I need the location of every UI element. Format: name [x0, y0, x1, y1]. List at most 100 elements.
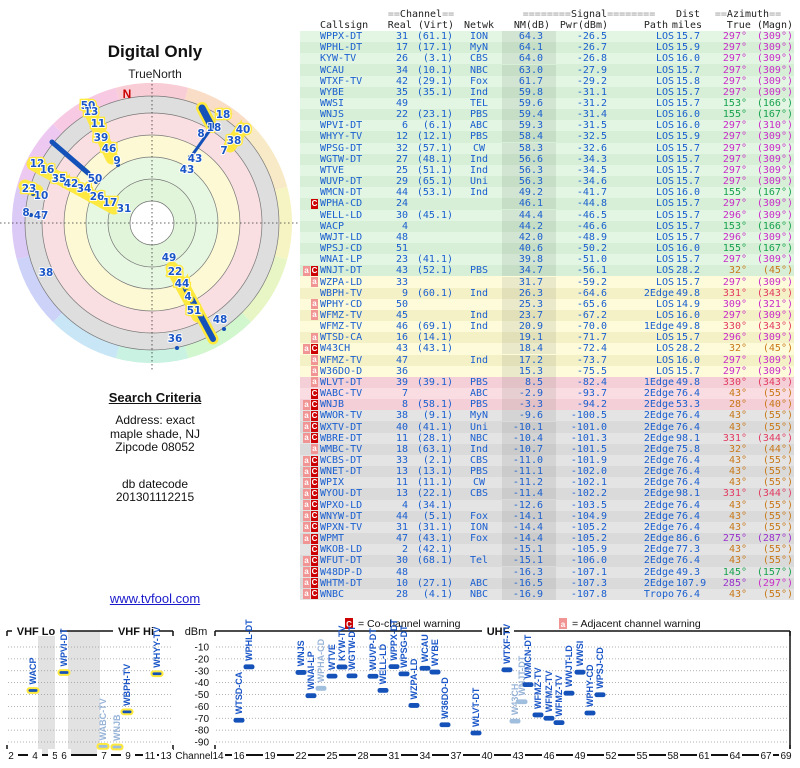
callsign-cell: WCBS-DT: [320, 455, 363, 467]
warning-markers: aC: [300, 522, 320, 533]
pwr-dbm-cell: -105.2: [570, 533, 607, 545]
dist-header: Dist: [676, 9, 701, 20]
co-channel-warning-icon: C: [311, 522, 318, 533]
path-cell: 2Edge: [643, 399, 674, 411]
virtual-channel-cell: (61.1): [416, 31, 453, 43]
real-channel-cell: 8: [401, 399, 408, 411]
pwr-dbm-cell: -67.2: [576, 309, 607, 321]
real-channel-cell: 45: [395, 309, 408, 321]
path-cell: LOS: [655, 309, 674, 321]
nm-db-cell: -16.9: [502, 588, 556, 600]
path-cell: 2Edge: [643, 432, 674, 444]
path-cell: 2Edge: [643, 443, 674, 455]
channel-tick-label: 9: [125, 751, 131, 762]
path-cell: 2Edge: [643, 499, 674, 511]
path-cell: 2Edge: [643, 388, 674, 400]
table-row: WPHL-DT 17 (17.1) MyN 64.1 -26.7 LOS 15.9 297° (3…: [300, 42, 794, 54]
channel-tick-label: 67: [760, 751, 772, 762]
channel-tick-label: 31: [388, 751, 400, 762]
real-channel-cell: 31: [395, 521, 408, 533]
table-row: C WPHA-CD 24 46.1 -44.8 LOS 15.7 297° (309°): [300, 198, 794, 210]
co-channel-warning-icon: C: [311, 388, 318, 399]
signal-bar: [408, 703, 420, 708]
dist-miles-cell: 15.7: [676, 164, 701, 176]
azimuth-true-cell: 28°: [728, 399, 747, 411]
nm-db-cell: -14.4: [502, 521, 556, 533]
azimuth-header: ==Azimuth==: [714, 9, 782, 20]
azimuth-magn-cell: (55°): [762, 588, 793, 600]
pwr-dbm-cell: -105.2: [570, 521, 607, 533]
station-callsign-label: WCAU: [420, 634, 430, 662]
nm-db-cell: 56.3: [502, 164, 556, 176]
station-callsign-label: WPPX-DT: [389, 619, 399, 661]
callsign-cell: WBRE-DT: [320, 432, 363, 444]
pwr-dbm-cell: -65.6: [576, 298, 607, 310]
nm-db-cell: 39.8: [502, 254, 556, 266]
pwr-dbm-cell: -101.5: [570, 443, 607, 455]
network-cell: Ind: [469, 153, 489, 165]
callsign-cell: WZPA-LD: [320, 276, 363, 288]
virtual-channel-cell: (41.1): [416, 254, 453, 266]
dist-miles-cell: 15.7: [676, 31, 701, 43]
callsign-cell: WPSG-DT: [320, 142, 363, 154]
dist-miles-cell: 15.7: [676, 365, 701, 377]
signal-bar: [501, 667, 513, 673]
channel-label: 4: [184, 291, 191, 303]
adjacent-channel-warning-icon: a: [303, 455, 310, 466]
dist-miles-cell: 76.4: [676, 555, 701, 567]
channel-label: 38: [39, 267, 54, 279]
dist-miles-cell: 98.1: [676, 488, 701, 500]
azimuth-true-cell: 285°: [722, 577, 747, 589]
warning-markers: aC: [300, 343, 320, 354]
azimuth-magn-cell: (309°): [756, 276, 793, 288]
path-cell: LOS: [655, 254, 674, 266]
callsign-cell: KYW-TV: [320, 53, 357, 65]
channel-tick-label: 37: [450, 751, 462, 762]
adjacent-channel-warning-icon: a: [303, 555, 310, 566]
table-body: WPPX-DT 31 (61.1) ION 64.3 -26.5 LOS 15.7 297° (3…: [300, 31, 794, 600]
station-callsign-label: WBPH-TV: [122, 664, 132, 706]
table-row: WACP 4 44.2 -46.6 LOS 15.7 153° (166°): [300, 220, 794, 232]
tvfool-link[interactable]: www.tvfool.com: [0, 591, 310, 606]
nm-db-cell: -11.4: [502, 488, 556, 500]
nm-db-cell: 15.3: [502, 365, 556, 377]
channel-tick-label: 16: [233, 751, 245, 762]
dist-miles-cell: 76.4: [676, 388, 701, 400]
virtual-channel-cell: (22.1): [416, 488, 453, 500]
nm-db-cell: -15.1: [502, 544, 556, 556]
azimuth-magn-cell: (55°): [762, 477, 793, 489]
path-cell: 2Edge: [643, 521, 674, 533]
pwr-dbm-cell: -31.4: [576, 109, 607, 121]
callsign-cell: WKOB-LD: [320, 544, 363, 556]
table-row: a C WNYW-DT 44 (5.1) Fox -14.1 -104.9 2Edge 76.4 4…: [300, 510, 794, 522]
azimuth-magn-cell: (55°): [762, 388, 793, 400]
nm-header: NM(dB): [513, 20, 550, 31]
real-channel-cell: 49: [395, 98, 408, 110]
dist-miles-cell: 15.7: [676, 198, 701, 210]
azimuth-magn-cell: (55°): [762, 421, 793, 433]
station-callsign-label: WPHL-DT: [244, 619, 254, 661]
network-cell: Ind: [469, 164, 489, 176]
path-cell: 2Edge: [643, 544, 674, 556]
nm-db-cell: -2.9: [502, 388, 556, 400]
signal-bar: [522, 682, 534, 688]
virtual-channel-cell: (57.1): [416, 142, 453, 154]
table-row: WTVE 25 (51.1) Ind 56.3 -34.5 LOS 15.7 297° (309°…: [300, 164, 794, 177]
network-cell: Ind: [469, 443, 489, 455]
nm-db-cell: -10.7: [502, 443, 556, 455]
signal-bar: [96, 742, 110, 750]
channel-tick-label: 14: [212, 751, 224, 762]
adjacent-channel-warning-icon: a: [311, 299, 318, 310]
signal-bar: [315, 685, 327, 691]
adjacent-channel-warning-icon: a: [303, 466, 310, 477]
warning-markers: aC: [300, 578, 320, 589]
network-cell: PBS: [469, 265, 489, 277]
azimuth-true-cell: 297°: [722, 75, 747, 87]
adjacent-channel-warning-icon: a: [311, 310, 318, 321]
signal-bar: [346, 673, 358, 679]
virtual-channel-cell: (42.1): [416, 544, 453, 556]
pwr-dbm-cell: -34.5: [576, 164, 607, 176]
virtual-channel-cell: (68.1): [416, 555, 453, 567]
station-callsign-label: WYBE: [430, 639, 440, 666]
pwr-dbm-cell: -27.9: [576, 64, 607, 76]
